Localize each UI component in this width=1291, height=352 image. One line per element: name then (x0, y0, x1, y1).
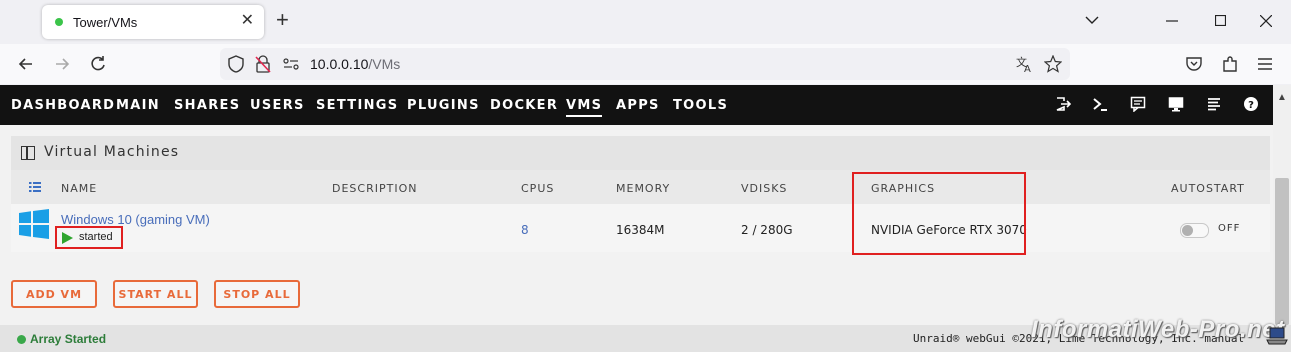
vm-status: started (55, 226, 123, 249)
svg-text:?: ? (1248, 100, 1254, 111)
vm-name-link[interactable]: Windows 10 (gaming VM) (61, 212, 210, 227)
column-header-name: NAME (61, 182, 98, 195)
vm-status-text: started (79, 231, 113, 243)
address-bar[interactable]: 10.0.0.10/VMs 文A (220, 48, 1070, 80)
table-header: NAME DESCRIPTION CPUS MEMORY VDISKS GRAP… (11, 170, 1270, 204)
section-title: Virtual Machines (44, 144, 180, 160)
window-icon (21, 146, 35, 160)
content-area: Virtual Machines NAME DESCRIPTION CPUS M… (0, 125, 1273, 325)
permissions-icon[interactable] (283, 58, 299, 70)
section-header: Virtual Machines (11, 136, 1270, 170)
translate-icon[interactable]: 文A (1016, 55, 1034, 73)
stop-all-button[interactable]: STOP ALL (214, 280, 300, 308)
windows-logo-icon[interactable] (19, 209, 49, 239)
toggle-knob (1182, 225, 1193, 236)
column-header-vdisks: VDISKS (741, 182, 788, 195)
column-header-description: DESCRIPTION (332, 182, 418, 195)
insecure-lock-icon[interactable] (255, 55, 271, 73)
scroll-up-arrow-icon[interactable]: ▲ (1277, 92, 1287, 103)
menu-item-apps[interactable]: APPS (616, 98, 660, 113)
graphics-highlight-box (852, 172, 1026, 255)
scrollbar-thumb[interactable] (1275, 178, 1289, 325)
add-vm-button[interactable]: ADD VM (11, 280, 97, 308)
log-icon[interactable] (1206, 96, 1222, 112)
autostart-label: OFF (1218, 223, 1241, 234)
url-path: /VMs (368, 56, 401, 72)
main-menu: DASHBOARD MAIN SHARES USERS SETTINGS PLU… (0, 85, 1291, 125)
tab-favicon-icon (55, 18, 63, 26)
url-host: 10.0.0.10 (310, 56, 369, 72)
minimize-icon[interactable] (1166, 15, 1178, 27)
menu-item-main[interactable]: MAIN (116, 98, 160, 113)
feedback-icon[interactable] (1130, 96, 1146, 112)
chevron-down-icon[interactable] (1085, 13, 1099, 27)
bookmark-star-icon[interactable] (1044, 55, 1062, 73)
table-row: Windows 10 (gaming VM) started 8 16384M … (11, 204, 1270, 252)
column-header-cpus: CPUS (521, 182, 555, 195)
monitor-icon[interactable] (1168, 96, 1184, 112)
list-view-icon[interactable] (29, 182, 41, 192)
terminal-icon[interactable] (1092, 96, 1108, 112)
menu-item-dashboard[interactable]: DASHBOARD (11, 98, 115, 113)
pocket-icon[interactable] (1184, 54, 1204, 74)
svg-text:A: A (1024, 64, 1031, 73)
back-arrow-icon[interactable] (16, 54, 36, 74)
forward-arrow-icon[interactable] (52, 54, 72, 74)
start-all-button[interactable]: START ALL (113, 280, 198, 308)
browser-tab[interactable]: Tower/VMs ✕ (42, 5, 264, 39)
menu-item-shares[interactable]: SHARES (174, 98, 240, 113)
menu-item-users[interactable]: USERS (250, 98, 305, 113)
status-dot-icon (17, 335, 26, 344)
url-text[interactable]: 10.0.0.10/VMs (310, 56, 400, 72)
array-status-text: Array Started (30, 332, 107, 346)
menu-item-vms[interactable]: VMS (566, 98, 603, 117)
help-icon[interactable]: ? (1243, 96, 1259, 112)
autostart-toggle[interactable] (1180, 223, 1209, 238)
menu-item-tools[interactable]: TOOLS (673, 98, 728, 113)
extensions-icon[interactable] (1220, 54, 1240, 74)
tab-title: Tower/VMs (73, 14, 138, 30)
menu-item-settings[interactable]: SETTINGS (316, 98, 398, 113)
hamburger-menu-icon[interactable] (1255, 54, 1275, 74)
array-status: Array Started (17, 332, 106, 346)
new-tab-button[interactable]: + (276, 9, 289, 31)
menu-item-docker[interactable]: DOCKER (490, 98, 558, 113)
vm-memory: 16384M (616, 223, 665, 237)
column-header-autostart: AUTOSTART (1171, 182, 1245, 195)
laptop-icon (1266, 327, 1288, 345)
tab-strip: Tower/VMs ✕ + (0, 0, 1291, 44)
vm-cpus[interactable]: 8 (521, 223, 529, 237)
shield-icon[interactable] (228, 55, 244, 73)
column-header-memory: MEMORY (616, 182, 671, 195)
close-tab-icon[interactable]: ✕ (241, 13, 254, 29)
logout-icon[interactable] (1055, 96, 1071, 112)
menu-item-plugins[interactable]: PLUGINS (407, 98, 480, 113)
browser-navbar: 10.0.0.10/VMs 文A (0, 44, 1291, 84)
watermark: InformatiWeb-Pro.net (1031, 316, 1285, 343)
maximize-icon[interactable] (1215, 15, 1226, 26)
reload-icon[interactable] (88, 54, 108, 74)
vm-vdisks: 2 / 280G (741, 223, 793, 237)
play-icon (62, 232, 73, 244)
close-window-icon[interactable] (1260, 15, 1272, 27)
